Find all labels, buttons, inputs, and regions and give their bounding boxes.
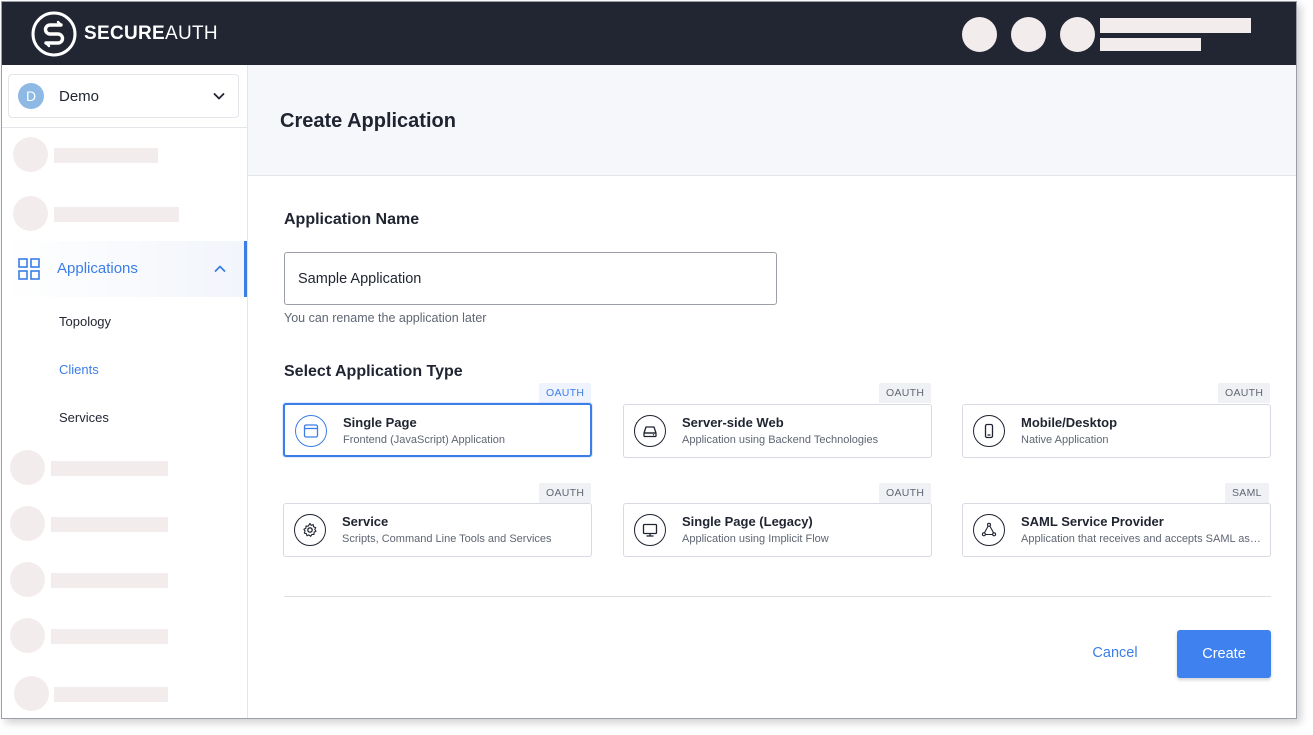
chevron-up-icon[interactable] bbox=[214, 263, 226, 275]
application-name-help: You can rename the application later bbox=[284, 311, 487, 325]
type-title: Single Page (Legacy) bbox=[682, 514, 813, 529]
nav-placeholder-icon bbox=[10, 618, 45, 653]
nav-placeholder-label bbox=[51, 461, 168, 476]
nav-placeholder-label bbox=[54, 687, 168, 702]
secureauth-logo-icon bbox=[31, 11, 77, 57]
type-badge: OAUTH bbox=[539, 483, 592, 503]
type-description: Frontend (JavaScript) Application bbox=[343, 434, 506, 446]
nav-placeholder-icon bbox=[10, 450, 45, 485]
nav-placeholder-label bbox=[51, 573, 168, 588]
type-badge: OAUTH bbox=[879, 383, 932, 403]
nav-placeholder-label bbox=[51, 517, 168, 532]
footer-divider bbox=[284, 596, 1271, 597]
header-text-placeholder bbox=[1100, 38, 1201, 51]
application-type-label: Select Application Type bbox=[284, 363, 463, 380]
type-card-single-page[interactable]: Single Page Frontend (JavaScript) Applic… bbox=[283, 403, 592, 457]
type-badge: OAUTH bbox=[1218, 383, 1271, 403]
type-badge: OAUTH bbox=[879, 483, 932, 503]
nav-placeholder-label bbox=[54, 148, 158, 163]
mobile-device-icon bbox=[973, 415, 1005, 447]
sidebar-divider bbox=[2, 127, 248, 128]
sidebar-item-services[interactable]: Services bbox=[59, 410, 109, 425]
nav-placeholder-icon bbox=[10, 506, 45, 541]
type-description: Application that receives and accepts SA… bbox=[1021, 533, 1263, 545]
type-badge: OAUTH bbox=[539, 383, 592, 403]
browser-window-icon bbox=[295, 415, 327, 447]
monitor-icon bbox=[634, 514, 666, 546]
sidebar-item-label: Applications bbox=[57, 260, 138, 277]
gear-icon bbox=[294, 514, 326, 546]
chevron-down-icon bbox=[213, 93, 225, 100]
brand-logo[interactable]: SECUREAUTH bbox=[30, 10, 218, 58]
sidebar-item-clients[interactable]: Clients bbox=[59, 362, 99, 377]
nav-placeholder-icon bbox=[13, 196, 48, 231]
type-title: Service bbox=[342, 514, 389, 529]
app-window: SECUREAUTH D Demo Applications Topology … bbox=[1, 1, 1297, 719]
nav-placeholder-label bbox=[54, 207, 179, 222]
type-card-mobile-desktop[interactable]: Mobile/Desktop Native Application bbox=[962, 404, 1271, 458]
nav-placeholder-label bbox=[51, 629, 168, 644]
type-card-server-side-web[interactable]: Server-side Web Application using Backen… bbox=[623, 404, 932, 458]
type-badge: SAML bbox=[1225, 483, 1269, 503]
header-avatar-placeholder[interactable] bbox=[1011, 17, 1046, 52]
page-title: Create Application bbox=[280, 110, 456, 132]
type-card-single-page-legacy[interactable]: Single Page (Legacy) Application using I… bbox=[623, 503, 932, 557]
nav-placeholder-icon bbox=[14, 676, 49, 711]
header-avatar-placeholder[interactable] bbox=[1060, 17, 1095, 52]
type-title: SAML Service Provider bbox=[1021, 514, 1164, 529]
triangle-nodes-icon bbox=[973, 514, 1005, 546]
tenant-selector[interactable]: D Demo bbox=[8, 74, 239, 118]
sidebar-item-topology[interactable]: Topology bbox=[59, 314, 111, 329]
page-header: Create Application bbox=[248, 65, 1296, 176]
brand-name: SECUREAUTH bbox=[84, 23, 218, 44]
create-button[interactable]: Create bbox=[1177, 630, 1271, 678]
header-text-placeholder bbox=[1100, 18, 1251, 33]
type-description: Scripts, Command Line Tools and Services bbox=[342, 533, 552, 545]
type-description: Application using Implicit Flow bbox=[682, 533, 829, 545]
application-name-input[interactable] bbox=[284, 252, 777, 305]
type-card-service[interactable]: Service Scripts, Command Line Tools and … bbox=[283, 503, 592, 557]
header-avatar-placeholder[interactable] bbox=[962, 17, 997, 52]
tenant-avatar: D bbox=[18, 83, 44, 109]
tenant-name: Demo bbox=[59, 87, 100, 105]
cancel-button[interactable]: Cancel bbox=[1076, 638, 1154, 668]
application-name-label: Application Name bbox=[284, 211, 420, 228]
type-title: Server-side Web bbox=[682, 415, 784, 430]
nav-placeholder-icon bbox=[13, 137, 48, 172]
sidebar: D Demo Applications Topology Clients Ser… bbox=[2, 65, 248, 718]
server-drive-icon bbox=[634, 415, 666, 447]
top-bar: SECUREAUTH bbox=[2, 2, 1296, 65]
type-description: Application using Backend Technologies bbox=[682, 434, 879, 446]
type-title: Single Page bbox=[343, 415, 417, 430]
main-content: Create Application Application Name You … bbox=[248, 65, 1296, 718]
type-card-saml-service-provider[interactable]: SAML Service Provider Application that r… bbox=[962, 503, 1271, 557]
sidebar-item-applications[interactable]: Applications bbox=[2, 241, 247, 297]
type-description: Native Application bbox=[1021, 434, 1109, 446]
nav-placeholder-icon bbox=[10, 562, 45, 597]
grid-icon bbox=[18, 258, 40, 280]
type-title: Mobile/Desktop bbox=[1021, 415, 1118, 430]
